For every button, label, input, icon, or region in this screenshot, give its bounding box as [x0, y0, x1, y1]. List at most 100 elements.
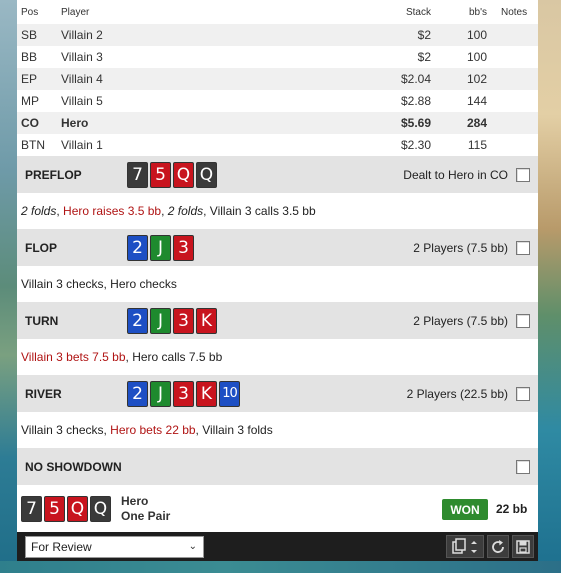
- wallpaper-right-edge: [538, 0, 561, 573]
- board-cards: 75QQ: [127, 161, 217, 188]
- col-header-notes[interactable]: Notes: [497, 0, 538, 24]
- playing-card: 7: [127, 161, 148, 188]
- street-header-showdown: NO SHOWDOWN: [17, 448, 538, 485]
- cell-notes: [497, 46, 538, 68]
- chevron-down-icon: ⌄: [188, 540, 197, 552]
- cell-stack: $2.88: [400, 94, 431, 108]
- result-player: Hero: [121, 493, 149, 508]
- players-table: Pos Player Stack bb's Notes SB Villain 2 $…: [17, 0, 538, 156]
- street-checkbox[interactable]: [516, 313, 530, 328]
- street-header-river: RIVER 2 J 3 K 10 2 Players (22.5 bb): [17, 375, 538, 412]
- wallpaper-left-edge: [0, 0, 17, 573]
- street-name: TURN: [25, 313, 59, 328]
- street-header-turn: TURN 2 J 3 K 2 Players (7.5 bb): [17, 302, 538, 339]
- won-amount: 22 bb: [496, 502, 528, 516]
- cell-player: Hero: [57, 112, 357, 134]
- playing-card: 3: [173, 380, 194, 407]
- street-actions-river: Villain 3 checks, Hero bets 22 bb, Villa…: [17, 412, 538, 448]
- cell-notes: [497, 68, 538, 90]
- cell-player: Villain 3: [61, 50, 103, 64]
- cell-stack: $5.69: [357, 112, 437, 134]
- playing-card: Q: [196, 161, 217, 188]
- action-text: Villain 3 checks, Hero checks: [21, 277, 177, 291]
- action-text: 2 folds: [21, 204, 57, 218]
- street-checkbox[interactable]: [516, 386, 530, 401]
- street-name: PREFLOP: [25, 167, 82, 182]
- street-checkbox[interactable]: [516, 240, 530, 255]
- cell-bb: 102: [437, 68, 497, 90]
- save-icon: [516, 539, 530, 554]
- review-status-select[interactable]: For Review ⌄: [25, 535, 204, 558]
- refresh-icon: [492, 539, 504, 553]
- action-text: ,: [161, 204, 168, 218]
- playing-card: 2: [127, 234, 148, 261]
- street-info: 2 Players (7.5 bb): [413, 229, 530, 266]
- col-header-stack[interactable]: Stack: [357, 0, 437, 24]
- street-info-text: Dealt to Hero in CO: [403, 167, 508, 182]
- col-header-bb[interactable]: bb's: [437, 0, 497, 24]
- table-row[interactable]: EP Villain 4 $2.04 102: [17, 68, 538, 90]
- action-text: ,: [56, 204, 64, 218]
- board-cards: 2J3K: [127, 307, 217, 334]
- playing-card: Q: [173, 161, 194, 188]
- result-row: 75QQ Hero One Pair WON 22 bb: [17, 485, 538, 532]
- table-row[interactable]: BTN Villain 1 $2.30 115: [17, 134, 538, 156]
- playing-card: Q: [90, 495, 111, 522]
- street-actions-flop: Villain 3 checks, Hero checks: [17, 266, 538, 302]
- playing-card: J: [150, 380, 171, 407]
- playing-card: 7: [21, 495, 42, 522]
- action-text: 2 folds: [167, 204, 204, 218]
- playing-card: 5: [44, 495, 65, 522]
- board-cards: 2J3: [127, 234, 194, 261]
- won-badge: WON: [442, 499, 488, 520]
- cell-pos: MP: [21, 94, 39, 108]
- copy-button[interactable]: [446, 535, 484, 558]
- playing-card: 2: [127, 307, 148, 334]
- playing-card: 10: [219, 380, 240, 407]
- playing-card: 2: [127, 380, 148, 407]
- street-header-preflop: PREFLOP 7 5 Q Q Dealt to Hero in CO: [17, 156, 538, 193]
- save-button[interactable]: [512, 535, 534, 558]
- footer-toolbar: For Review ⌄: [17, 532, 538, 561]
- action-text: , Villain 3 calls 3.5 bb: [203, 204, 316, 218]
- cell-pos: CO: [17, 112, 57, 134]
- table-row[interactable]: BB Villain 3 $2 100: [17, 46, 538, 68]
- cell-bb: 144: [466, 94, 487, 108]
- cell-notes: [497, 112, 538, 134]
- action-text: , Hero calls 7.5 bb: [125, 350, 223, 364]
- street-header-flop: FLOP 2 J 3 2 Players (7.5 bb): [17, 229, 538, 266]
- playing-card: J: [150, 307, 171, 334]
- street-info: 2 Players (22.5 bb): [407, 375, 530, 412]
- col-header-player[interactable]: Player: [57, 0, 357, 24]
- table-row[interactable]: MP Villain 5 $2.88 144: [17, 90, 538, 112]
- action-text: Villain 3 checks,: [21, 423, 111, 437]
- table-row[interactable]: SB Villain 2 $2 100: [17, 24, 538, 46]
- playing-card: K: [196, 380, 217, 407]
- street-name: FLOP: [25, 240, 57, 255]
- action-text: Hero bets 22 bb: [110, 423, 196, 437]
- street-name: NO SHOWDOWN: [25, 459, 122, 474]
- playing-card: 3: [173, 234, 194, 261]
- street-info: [516, 448, 530, 485]
- action-text: , Villain 3 folds: [195, 423, 273, 437]
- copy-icon: [452, 537, 477, 554]
- board-cards: 2 J 3 K 10: [127, 380, 240, 407]
- col-header-pos[interactable]: Pos: [17, 0, 57, 24]
- street-checkbox[interactable]: [516, 459, 530, 474]
- cell-stack: $2.30: [400, 138, 431, 152]
- cell-pos: SB: [17, 24, 57, 46]
- cell-bb: 100: [437, 24, 497, 46]
- table-row[interactable]: CO Hero $5.69 284: [17, 112, 538, 134]
- cell-notes: [497, 90, 538, 112]
- cell-player: Villain 1: [61, 138, 103, 152]
- cell-notes: [497, 24, 538, 46]
- review-status-value: For Review: [31, 539, 92, 554]
- cell-player: Villain 4: [57, 68, 357, 90]
- street-info: 2 Players (7.5 bb): [413, 302, 530, 339]
- playing-card: K: [196, 307, 217, 334]
- cell-stack: $2: [417, 50, 431, 64]
- refresh-button[interactable]: [487, 535, 509, 558]
- street-checkbox[interactable]: [516, 167, 530, 182]
- cell-bb: 100: [466, 50, 487, 64]
- cell-pos: BB: [21, 50, 38, 64]
